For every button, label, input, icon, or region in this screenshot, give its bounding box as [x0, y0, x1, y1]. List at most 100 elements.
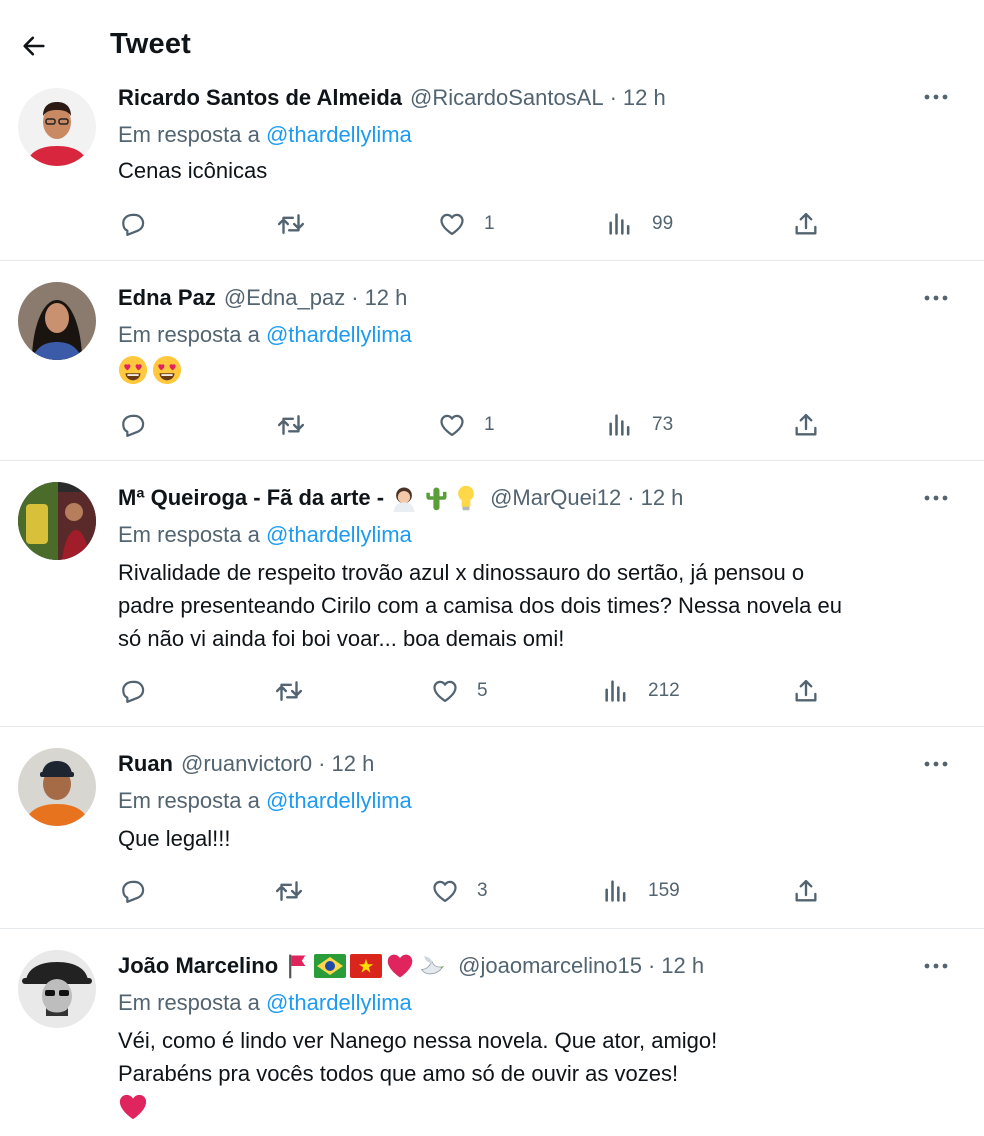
heart-icon — [438, 411, 466, 439]
tweet-header: Ricardo Santos de Almeida @RicardoSantos… — [118, 81, 666, 115]
like-button[interactable]: 1 — [438, 407, 495, 443]
reply-mention-link[interactable]: @thardellylima — [266, 990, 412, 1015]
more-icon — [924, 962, 948, 970]
reply-button[interactable] — [118, 407, 146, 443]
tweet-text: Véi, como é lindo ver Nanego nessa novel… — [118, 1024, 948, 1123]
avatar[interactable] — [18, 482, 96, 560]
share-icon — [792, 210, 820, 238]
reply-icon — [118, 677, 146, 705]
separator: · — [318, 751, 326, 776]
action-bar: 1 73 — [0, 407, 984, 443]
reply-tweet[interactable]: Edna Paz @Edna_paz · 12 h Em resposta a … — [0, 278, 984, 461]
timestamp[interactable]: 12 h — [332, 751, 375, 777]
more-options-button[interactable] — [918, 752, 954, 776]
views-button[interactable]: 99 — [606, 206, 673, 242]
timestamp[interactable]: 12 h — [661, 953, 704, 979]
user-handle[interactable]: @Edna_paz — [224, 285, 345, 311]
view-count: 99 — [652, 213, 674, 234]
tweet-text-line: Parabéns pra vocês todos que amo só de o… — [118, 1061, 679, 1086]
more-options-button[interactable] — [918, 486, 954, 510]
like-button[interactable]: 1 — [438, 206, 495, 242]
reply-button[interactable] — [118, 206, 146, 242]
action-bar: 3 159 — [0, 873, 984, 909]
reply-mention-link[interactable]: @thardellylima — [266, 122, 412, 147]
user-handle[interactable]: @joaomarcelino15 — [458, 953, 642, 979]
retweet-button[interactable] — [276, 206, 306, 242]
reply-prefix: Em resposta a — [118, 322, 260, 347]
heart-icon — [431, 877, 459, 905]
tweet-header: Ruan @ruanvictor0 · 12 h — [118, 747, 374, 781]
share-button[interactable] — [792, 407, 820, 443]
timestamp[interactable]: 12 h — [623, 85, 666, 111]
user-handle[interactable]: @MarQuei12 — [490, 485, 621, 511]
share-button[interactable] — [792, 873, 820, 909]
more-options-button[interactable] — [918, 954, 954, 978]
avatar[interactable] — [18, 88, 96, 166]
display-name[interactable]: Mª Queiroga - Fã da arte - — [118, 485, 384, 511]
red-flag-emoji — [289, 954, 306, 979]
reply-tweet[interactable]: Ruan @ruanvictor0 · 12 h Em resposta a @… — [0, 744, 984, 929]
timestamp[interactable]: 12 h — [365, 285, 408, 311]
views-button[interactable]: 73 — [606, 407, 673, 443]
tweet-text: Cenas icônicas — [118, 158, 268, 183]
user-handle[interactable]: @ruanvictor0 — [181, 751, 312, 777]
heart-eyes-emoji — [152, 355, 182, 385]
name-emoji-group — [284, 952, 450, 980]
reply-tweet[interactable]: Ricardo Santos de Almeida @RicardoSantos… — [0, 85, 984, 261]
reply-tweet[interactable]: Mª Queiroga - Fã da arte - @MarQuei12 · … — [0, 478, 984, 727]
analytics-icon — [602, 677, 630, 705]
view-count: 212 — [648, 680, 680, 701]
reply-button[interactable] — [118, 873, 146, 909]
reply-mention-link[interactable]: @thardellylima — [266, 322, 412, 347]
share-button[interactable] — [792, 673, 820, 709]
reply-icon — [118, 877, 146, 905]
reply-prefix: Em resposta a — [118, 122, 260, 147]
display-name[interactable]: João Marcelino — [118, 953, 278, 979]
user-handle[interactable]: @RicardoSantosAL — [410, 85, 604, 111]
reply-context: Em resposta a @thardellylima — [118, 122, 412, 148]
tweet-header: Edna Paz @Edna_paz · 12 h — [118, 281, 407, 315]
vietnam-flag-emoji — [350, 954, 383, 978]
views-button[interactable]: 159 — [602, 873, 680, 909]
heart-eyes-emoji — [118, 355, 148, 385]
retweet-button[interactable] — [274, 873, 304, 909]
avatar[interactable] — [18, 748, 96, 826]
like-button[interactable]: 3 — [431, 873, 488, 909]
heart-icon — [431, 677, 459, 705]
action-bar: 1 99 — [0, 206, 984, 242]
reply-icon — [118, 210, 146, 238]
reply-context: Em resposta a @thardellylima — [118, 522, 412, 548]
views-button[interactable]: 212 — [602, 673, 680, 709]
avatar[interactable] — [18, 282, 96, 360]
back-button[interactable] — [18, 30, 50, 62]
separator: · — [609, 85, 617, 110]
cactus-emoji — [426, 487, 447, 511]
tweet-text — [118, 355, 948, 385]
analytics-icon — [606, 411, 634, 439]
reply-prefix: Em resposta a — [118, 788, 260, 813]
light-bulb-emoji — [458, 485, 474, 511]
reply-mention-link[interactable]: @thardellylima — [266, 788, 412, 813]
retweet-button[interactable] — [274, 673, 304, 709]
like-button[interactable]: 5 — [431, 673, 488, 709]
more-icon — [924, 760, 948, 768]
reply-button[interactable] — [118, 673, 146, 709]
display-name[interactable]: Edna Paz — [118, 285, 216, 311]
tweet-text-line — [118, 1090, 948, 1123]
retweet-button[interactable] — [276, 407, 306, 443]
display-name[interactable]: Ruan — [118, 751, 173, 777]
like-count: 5 — [477, 680, 488, 701]
top-bar: Tweet — [0, 0, 984, 88]
tweet-text: Rivalidade de respeito trovão azul x din… — [118, 556, 948, 655]
analytics-icon — [602, 877, 630, 905]
timestamp[interactable]: 12 h — [641, 485, 684, 511]
display-name[interactable]: Ricardo Santos de Almeida — [118, 85, 402, 111]
reply-tweet[interactable]: João Marcelino @joaomarcelino15 · 12 h E… — [0, 946, 984, 1136]
reply-mention-link[interactable]: @thardellylima — [266, 522, 412, 547]
action-bar: 5 212 — [0, 673, 984, 709]
avatar[interactable] — [18, 950, 96, 1028]
share-button[interactable] — [792, 206, 820, 242]
tweet-text-line: padre presenteando Cirilo com a camisa d… — [118, 593, 842, 618]
more-options-button[interactable] — [918, 85, 954, 109]
more-options-button[interactable] — [918, 286, 954, 310]
